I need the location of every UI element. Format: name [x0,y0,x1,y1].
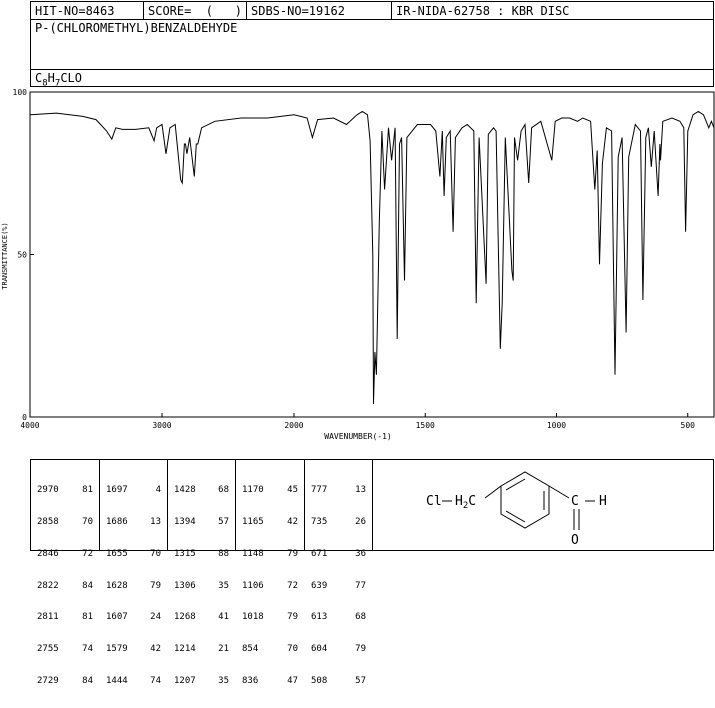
peak-row: 604 79 [311,644,366,655]
header-bar: HIT-NO=8463 SCORE= ( ) SDBS-NO=19162 IR-… [30,1,714,20]
peak-row: 735 26 [311,516,366,527]
peak-row: 1106 72 [242,580,298,591]
peak-row: 836 47 [242,675,298,686]
x-tick-label: 2000 [284,421,303,430]
ir-spectrum-chart: 4000 3000 2000 1500 1000 500100500 WAVENUMBER… [1,88,715,441]
peak-row: 1394 57 [174,516,229,527]
peak-row: 671 36 [311,548,366,559]
peak-row: 1428 68 [174,485,229,496]
peak-row: 1207 35 [174,675,229,686]
methylene-label: H2C [455,494,476,511]
benzene-ring [500,471,550,529]
x-tick-label: 500 [681,421,696,430]
y-axis-label: TRANSMITTANCE(%) [1,222,9,289]
peak-row: 613 68 [311,612,366,623]
peak-row: 2822 84 [37,580,93,591]
peak-row: 1165 42 [242,516,298,527]
score: SCORE= ( ) [144,2,247,19]
peak-column: 2970 81 2858 70 2846 72 2822 84 2811 81 2755 7… [31,460,100,686]
formula-divider [31,69,713,70]
peak-row: 1444 74 [106,675,161,686]
axis-tick-labels: 4000 3000 2000 1500 1000 500100500 [13,88,696,430]
sdbs-no: SDBS-NO=19162 [247,2,392,19]
peak-row: 1315 88 [174,548,229,559]
y-tick-label: 50 [17,251,27,260]
peak-row: 639 77 [311,580,366,591]
peak-row: 1214 21 [174,644,229,655]
ring-double-bond-1 [505,478,526,491]
spectrum-line [29,110,715,405]
peak-column: 1170 45 1165 42 1148 79 1106 72 1018 79 854 70… [236,460,305,686]
y-tick-label: 100 [13,88,28,97]
peak-row: 2811 81 [37,612,93,623]
peak-column: 777 13 735 26 671 36 639 77 613 68 604 79 508 5… [305,460,372,686]
hit-no: HIT-NO=8463 [31,2,144,19]
aldehyde-hydrogen-label: H [599,494,607,509]
peak-row: 1170 45 [242,485,298,496]
peak-row: 2729 84 [37,675,93,686]
peak-row: 2858 70 [37,516,93,527]
oxygen-label: O [571,533,579,548]
peak-row: 1018 79 [242,612,298,623]
peak-row: 2755 74 [37,644,93,655]
peak-row: 1628 79 [106,580,161,591]
x-tick-label: 4000 [20,421,39,430]
compound-box: P-(CHLOROMETHYL)BENZALDEHYDE C8H7CLO [30,19,714,88]
bond-ring-cho [548,485,570,499]
peak-row: 1579 42 [106,644,161,655]
peak-column: 1697 4 1686 13 1655 70 1628 79 1607 24 1579 42… [100,460,168,686]
peak-row: 1697 4 [106,485,161,496]
chlorine-label: Cl [426,494,442,509]
x-tick-label: 3000 [152,421,171,430]
x-axis-label: WAVENUMBER(-1) [324,432,391,441]
peak-row: 1268 41 [174,612,229,623]
structure-box: Cl H2C C H O [372,459,714,551]
peak-row: 777 13 [311,485,366,496]
peak-row: 1655 70 [106,548,161,559]
ir-nida: IR-NIDA-62758 : KBR DISC [396,4,570,18]
carbonyl-carbon-label: C [571,494,579,509]
peak-row: 2970 81 [37,485,93,496]
peak-row: 1607 24 [106,612,161,623]
y-tick-label: 0 [22,413,27,422]
compound-name: P-(CHLOROMETHYL)BENZALDEHYDE [35,21,238,35]
peak-row: 2846 72 [37,548,93,559]
ring-double-bond-3 [505,510,526,523]
peak-table: 2970 81 2858 70 2846 72 2822 84 2811 81 2755 7… [30,459,373,686]
peak-row: 1306 35 [174,580,229,591]
x-tick-label: 1500 [416,421,435,430]
axis-ticks [29,91,689,418]
peak-row: 508 57 [311,675,366,686]
peak-column: 1428 68 1394 57 1315 88 1306 35 1268 41 1214 2… [168,460,236,686]
peak-row: 854 70 [242,644,298,655]
peak-row: 1148 79 [242,548,298,559]
x-tick-label: 1000 [547,421,566,430]
bond-ch2-ring [484,485,502,499]
molecule-structure: Cl H2C C H O [426,471,607,548]
peak-row: 1686 13 [106,516,161,527]
